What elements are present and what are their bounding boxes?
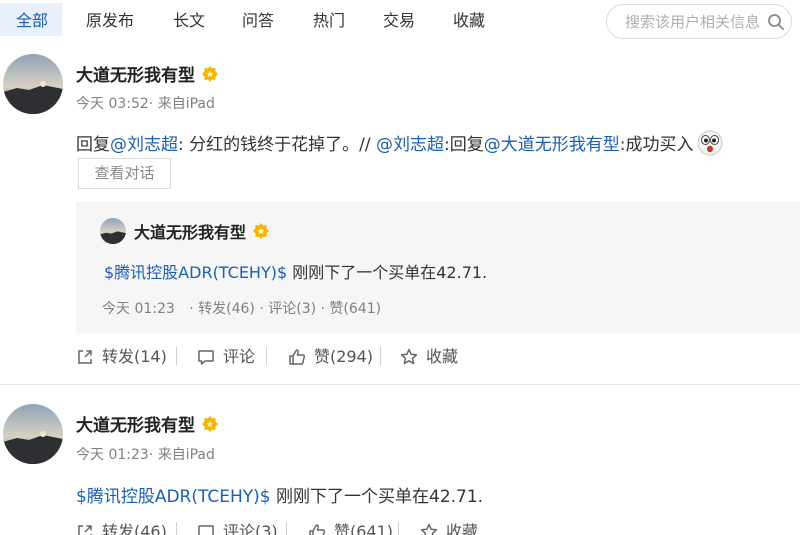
body-text: 刚刚下了一个买单在42.71. [270, 487, 484, 507]
thumbs-up-icon [309, 524, 326, 535]
mention-link[interactable]: @刘志超 [376, 135, 444, 155]
mention-link[interactable]: @刘志超 [110, 135, 178, 155]
repost-meta: 今天 01:23 · 转发(46) · 评论(3) · 赞(641) [102, 298, 381, 318]
mention-link[interactable]: @大道无形我有型 [484, 135, 620, 155]
share-icon [78, 350, 92, 364]
comment-label: 评论 [223, 347, 256, 366]
repost-count-link[interactable]: · 转发(46) [189, 301, 255, 317]
status-post: 大道无形我有型 今天 01:23· 来自iPad $腾讯控股ADR(TCEHY)… [0, 384, 800, 535]
thumbs-up-icon [289, 349, 306, 365]
body-text: : 分红的钱终于花掉了。// [178, 135, 376, 155]
tab-qa[interactable]: 问答 [242, 0, 274, 42]
tab-hot[interactable]: 热门 [313, 0, 345, 42]
comment-icon [198, 350, 214, 365]
divider [266, 347, 267, 365]
avatar[interactable] [3, 54, 63, 114]
view-conversation-button[interactable]: 查看对话 [78, 158, 171, 189]
comment-icon [198, 525, 214, 535]
tab-all[interactable]: 全部 [16, 0, 48, 42]
author-name-text: 大道无形我有型 [134, 223, 247, 242]
comment-count-link[interactable]: · 评论(3) [259, 301, 316, 317]
body-text: :回复 [444, 135, 484, 155]
favorite-label: 收藏 [446, 522, 479, 535]
repost-author-name[interactable]: 大道无形我有型 [134, 219, 270, 243]
author-name-text: 大道无形我有型 [76, 66, 195, 86]
divider [398, 522, 399, 535]
repost-body: $腾讯控股ADR(TCEHY)$ 刚刚下了一个买单在42.71. [104, 259, 487, 283]
favorite-label: 收藏 [426, 347, 459, 366]
divider [380, 347, 381, 365]
author-name-text: 大道无形我有型 [76, 416, 195, 436]
star-icon [420, 523, 438, 535]
tab-original[interactable]: 原发布 [86, 0, 134, 42]
vip-badge-icon [202, 416, 218, 432]
vip-badge-icon [202, 66, 218, 82]
search-icon[interactable] [767, 13, 785, 31]
tab-long-articles[interactable]: 长文 [173, 0, 205, 42]
share-icon [78, 525, 92, 535]
vip-badge-icon [253, 223, 270, 239]
tab-favorites[interactable]: 收藏 [453, 0, 485, 42]
surprised-face-emoji [697, 130, 723, 156]
author-name[interactable]: 大道无形我有型 [76, 411, 219, 436]
avatar[interactable] [3, 404, 63, 464]
author-name[interactable]: 大道无形我有型 [76, 61, 219, 86]
post-meta: 今天 03:52· 来自iPad [76, 96, 215, 112]
like-label: 赞(641) [334, 522, 394, 535]
star-icon [400, 348, 418, 365]
avatar-image [3, 404, 63, 464]
status-post: 大道无形我有型 今天 03:52· 来自iPad 回复@刘志超: 分红的钱终于花… [0, 42, 800, 384]
post-body: $腾讯控股ADR(TCEHY)$ 刚刚下了一个买单在42.71. [76, 482, 483, 507]
search-input[interactable] [625, 11, 765, 33]
repost-label: 转发(14) [102, 347, 167, 366]
divider [176, 347, 177, 365]
body-text: :成功买入 [619, 135, 694, 155]
comment-label: 评论(3) [223, 522, 278, 535]
avatar-image [3, 54, 63, 114]
repost-label: 转发(46) [102, 522, 167, 535]
like-count-link[interactable]: · 赞(641) [321, 301, 382, 317]
reposted-status[interactable]: 大道无形我有型 $腾讯控股ADR(TCEHY)$ 刚刚下了一个买单在42.71.… [76, 202, 800, 333]
post-meta: 今天 01:23· 来自iPad [76, 447, 215, 463]
divider [176, 522, 177, 535]
divider [286, 522, 287, 535]
avatar[interactable] [100, 218, 126, 244]
tab-bar: 全部 原发布 长文 问答 热门 交易 收藏 [0, 0, 800, 42]
post-body: 回复@刘志超: 分红的钱终于花掉了。// @刘志超:回复@大道无形我有型:成功买… [76, 130, 723, 156]
repost-time: 今天 01:23 [102, 301, 175, 317]
body-text: 刚刚下了一个买单在42.71. [287, 263, 488, 282]
stock-link[interactable]: $腾讯控股ADR(TCEHY)$ [104, 263, 287, 282]
tab-trades[interactable]: 交易 [383, 0, 415, 42]
stock-link[interactable]: $腾讯控股ADR(TCEHY)$ [76, 487, 271, 507]
reply-prefix: 回复 [76, 135, 110, 155]
avatar-image [100, 218, 126, 244]
search-box [606, 4, 792, 39]
like-label: 赞(294) [314, 347, 374, 366]
